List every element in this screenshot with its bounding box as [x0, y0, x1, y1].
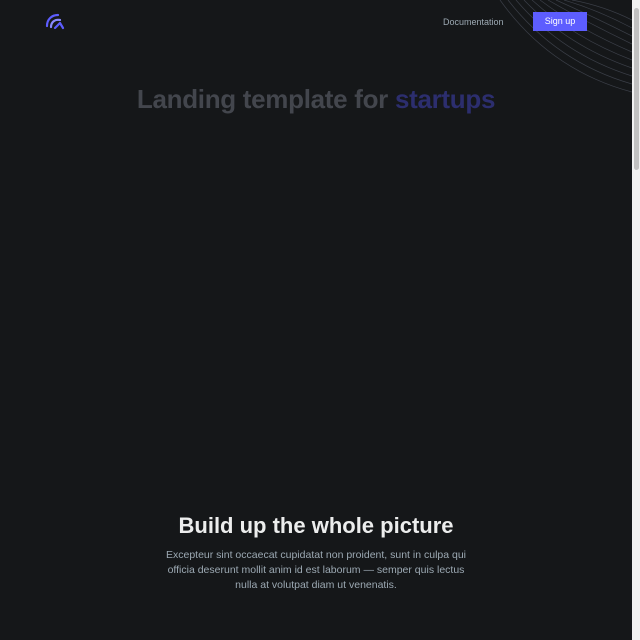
scrollbar-thumb[interactable]	[634, 8, 639, 170]
signup-button[interactable]: Sign up	[533, 12, 587, 31]
section-title: Build up the whole picture	[178, 513, 454, 538]
hero-title-accent: startups	[394, 84, 496, 114]
section-description: Excepteur sint occaecat cupidatat non pr…	[165, 549, 467, 591]
page-scrollbar[interactable]	[632, 0, 640, 640]
landing-page: Documentation Sign up Landing template f…	[0, 0, 640, 640]
hero-title: Landing template for startups	[0, 83, 632, 115]
site-header: Documentation Sign up	[0, 0, 632, 93]
logo-icon[interactable]	[45, 12, 65, 32]
hero-title-main: Landing template for	[136, 84, 388, 114]
nav-documentation-link[interactable]: Documentation	[443, 15, 504, 29]
